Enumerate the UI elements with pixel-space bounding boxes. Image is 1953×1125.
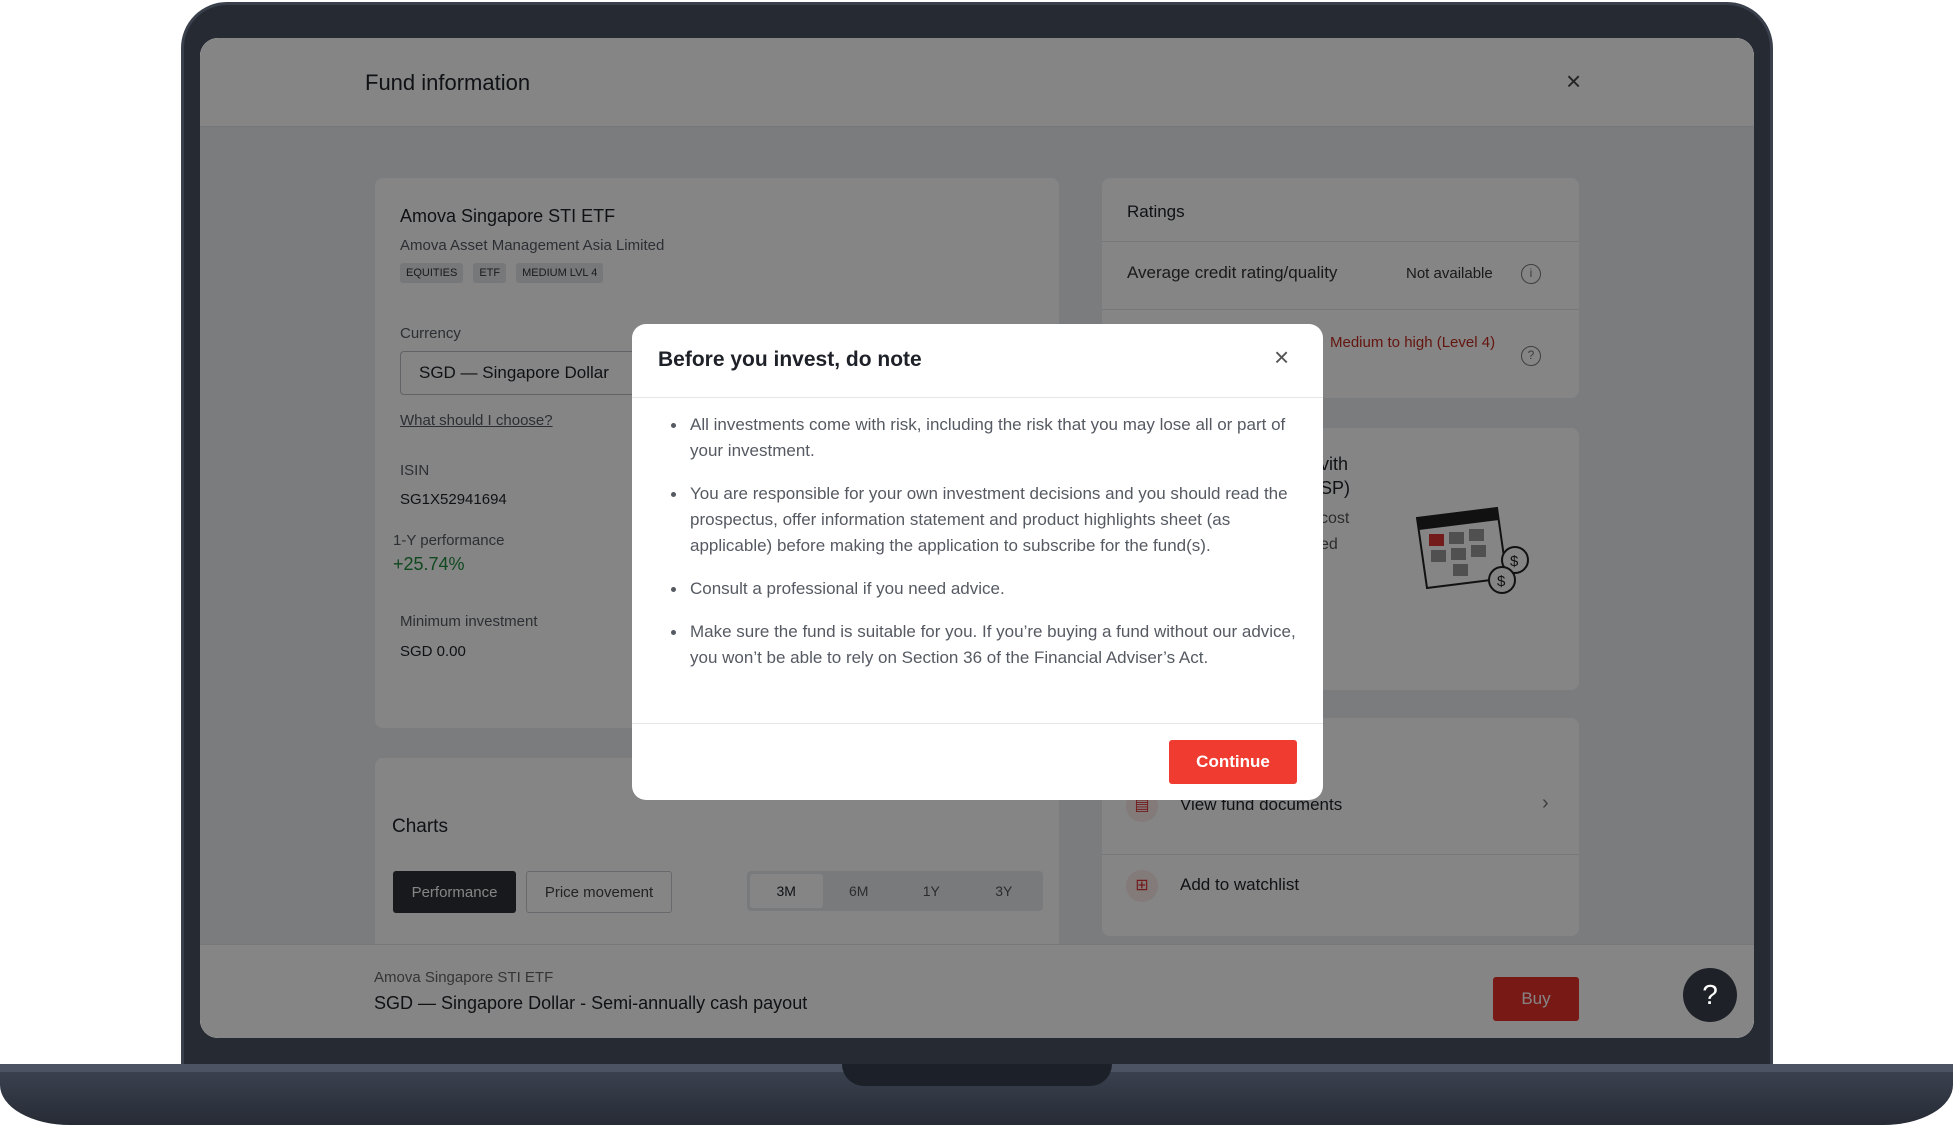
list-item: You are responsible for your own investm…: [671, 481, 1298, 559]
before-invest-modal: Before you invest, do note × All investm…: [632, 324, 1323, 800]
divider: [632, 723, 1323, 724]
divider: [632, 397, 1323, 398]
list-item: Consult a professional if you need advic…: [671, 576, 1298, 602]
continue-button[interactable]: Continue: [1169, 740, 1297, 784]
close-icon[interactable]: ×: [1274, 344, 1289, 370]
list-item: Make sure the fund is suitable for you. …: [671, 619, 1298, 671]
list-item: All investments come with risk, includin…: [671, 412, 1298, 464]
laptop-screen: Fund information × Amova Singapore STI E…: [200, 38, 1754, 1038]
help-button[interactable]: ?: [1683, 968, 1737, 1022]
modal-notes-list: All investments come with risk, includin…: [671, 412, 1298, 688]
stage: Fund information × Amova Singapore STI E…: [0, 0, 1953, 1125]
laptop-notch: [842, 1064, 1112, 1086]
modal-title: Before you invest, do note: [658, 348, 922, 371]
